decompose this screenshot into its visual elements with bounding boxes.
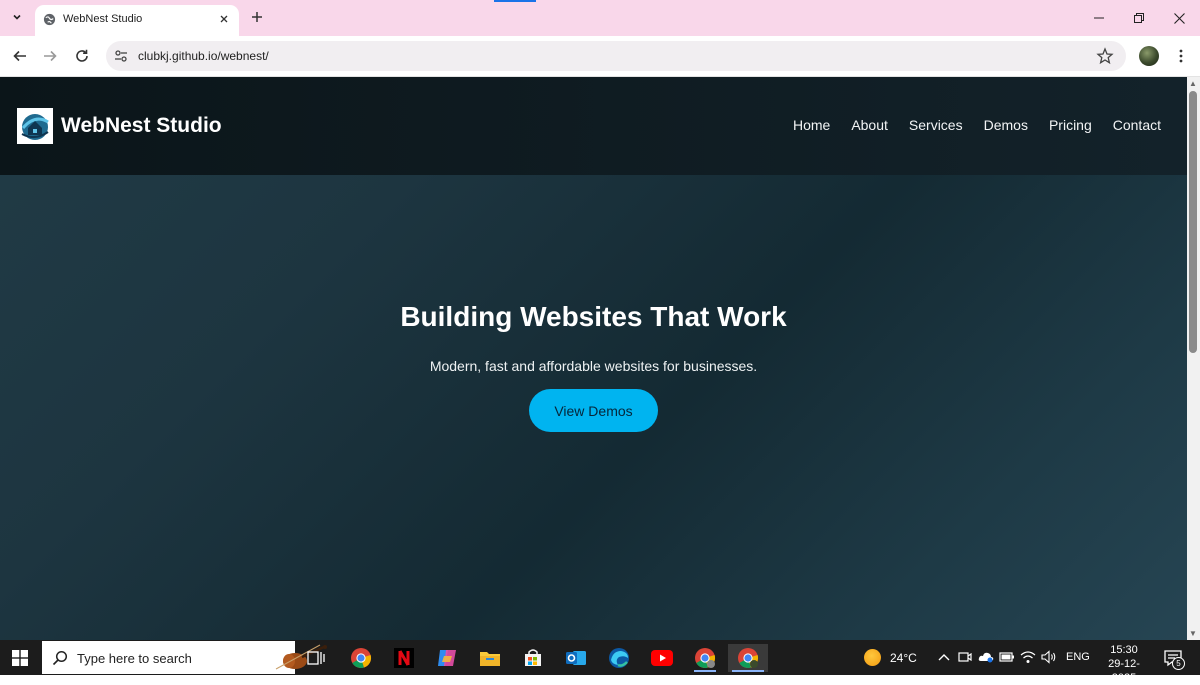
- forward-button[interactable]: [38, 44, 62, 68]
- speaker-icon: [1041, 650, 1056, 664]
- tab-search-button[interactable]: [6, 6, 28, 28]
- clock-time: 15:30: [1110, 644, 1138, 656]
- active-indicator: [732, 670, 764, 672]
- hero-subtitle: Modern, fast and affordable websites for…: [429, 358, 758, 374]
- notification-count-badge: 5: [1172, 657, 1185, 670]
- clock-date: 29-12-2025: [1108, 658, 1140, 684]
- network-button[interactable]: [1020, 649, 1036, 665]
- chevron-down-icon: [13, 14, 21, 20]
- reload-icon: [76, 49, 88, 62]
- taskbar-copilot[interactable]: [432, 644, 462, 672]
- meet-now-button[interactable]: [957, 649, 973, 665]
- windows-taskbar: Type here to search 24°C ENG 15:30 29-12…: [0, 640, 1200, 684]
- outlook-icon: [566, 651, 586, 665]
- taskbar-youtube[interactable]: [647, 644, 677, 672]
- taskbar-search-box[interactable]: Type here to search: [42, 641, 327, 674]
- restore-button[interactable]: [1124, 8, 1154, 28]
- main-nav: Home About Services Demos Pricing Contac…: [793, 117, 1161, 133]
- volume-button[interactable]: [1041, 649, 1057, 665]
- taskbar-edge[interactable]: [604, 644, 634, 672]
- search-placeholder: Type here to search: [77, 651, 192, 666]
- url-text: clubkj.github.io/webnest/: [138, 49, 269, 63]
- taskbar-chrome[interactable]: [346, 644, 376, 672]
- tab-title: WebNest Studio: [63, 13, 143, 25]
- file-explorer-icon: [480, 652, 500, 666]
- search-icon: [52, 650, 68, 666]
- camera-icon: [958, 652, 972, 662]
- close-window-button[interactable]: [1164, 8, 1194, 28]
- taskbar-chrome-active[interactable]: [728, 644, 768, 672]
- browser-tab[interactable]: WebNest Studio: [35, 5, 239, 36]
- address-bar[interactable]: clubkj.github.io/webnest/: [106, 41, 1126, 71]
- site-logo[interactable]: [17, 108, 53, 144]
- microsoft-store-icon: [525, 649, 541, 666]
- task-view-button[interactable]: [301, 644, 331, 672]
- minimize-button[interactable]: [1084, 8, 1114, 28]
- input-language[interactable]: ENG: [1066, 651, 1090, 663]
- taskbar-clock[interactable]: 15:30 29-12-2025: [1097, 643, 1151, 685]
- page-scrollbar[interactable]: ▲ ▼: [1187, 77, 1200, 640]
- show-hidden-icons-button[interactable]: [936, 649, 952, 665]
- hero-section: Building Websites That Work Modern, fast…: [0, 175, 1187, 640]
- arrow-left-icon: [13, 50, 26, 62]
- chevron-up-icon: [938, 654, 950, 661]
- nav-about[interactable]: About: [851, 117, 888, 133]
- running-indicator: [694, 670, 716, 672]
- edge-icon: [609, 648, 629, 668]
- taskbar-outlook[interactable]: [561, 644, 591, 672]
- close-icon: [220, 15, 228, 23]
- battery-button[interactable]: [999, 649, 1015, 665]
- weather-temperature[interactable]: 24°C: [890, 651, 917, 665]
- taskbar-netflix[interactable]: [389, 644, 419, 672]
- globe-icon: [43, 13, 56, 26]
- copilot-icon: [438, 650, 456, 666]
- battery-icon: [999, 652, 1014, 662]
- nav-pricing[interactable]: Pricing: [1049, 117, 1092, 133]
- view-demos-button[interactable]: View Demos: [529, 389, 658, 432]
- back-button[interactable]: [8, 44, 32, 68]
- new-tab-button[interactable]: [247, 7, 267, 27]
- chrome-icon: [351, 648, 372, 668]
- arrow-right-icon: [44, 50, 57, 62]
- nav-demos[interactable]: Demos: [984, 117, 1028, 133]
- nav-services[interactable]: Services: [909, 117, 963, 133]
- weather-sun-icon[interactable]: [864, 649, 881, 666]
- hero-title: Building Websites That Work: [400, 301, 787, 332]
- close-icon: [1173, 12, 1185, 24]
- more-vertical-icon: [1179, 49, 1183, 63]
- netflix-icon: [394, 648, 414, 668]
- nav-contact[interactable]: Contact: [1113, 117, 1161, 133]
- profile-avatar[interactable]: [1139, 46, 1159, 66]
- reload-button[interactable]: [70, 44, 94, 68]
- taskbar-store[interactable]: [518, 644, 548, 672]
- nav-home[interactable]: Home: [793, 117, 830, 133]
- page-viewport: WebNest Studio Home About Services Demos…: [0, 77, 1187, 640]
- browser-menu-button[interactable]: [1172, 45, 1190, 67]
- tab-indicator: [494, 0, 536, 2]
- minimize-icon: [1094, 17, 1104, 19]
- plus-icon: [252, 12, 262, 22]
- bookmark-star-icon[interactable]: [1096, 47, 1114, 65]
- windows-start-icon[interactable]: [12, 650, 28, 666]
- restore-icon: [1134, 13, 1144, 23]
- taskbar-file-explorer[interactable]: [475, 644, 505, 672]
- close-tab-button[interactable]: [215, 10, 233, 28]
- scrollbar-thumb[interactable]: [1189, 91, 1197, 353]
- house-logo-icon: [21, 114, 49, 140]
- cloud-sync-icon: [978, 652, 994, 663]
- task-view-icon: [307, 651, 325, 665]
- site-settings-icon: [115, 50, 127, 62]
- wifi-icon: [1020, 651, 1036, 663]
- browser-tab-bar: WebNest Studio: [0, 0, 1200, 36]
- scroll-up-arrow-icon[interactable]: ▲: [1189, 79, 1197, 88]
- site-header: WebNest Studio Home About Services Demos…: [0, 77, 1187, 175]
- browser-toolbar: clubkj.github.io/webnest/: [0, 36, 1200, 77]
- onedrive-button[interactable]: [978, 649, 994, 665]
- chrome-active-icon: [738, 648, 759, 668]
- youtube-icon: [651, 650, 673, 666]
- taskbar-chrome-profile[interactable]: [690, 644, 720, 672]
- chrome-profile-icon: [695, 648, 716, 668]
- scroll-down-arrow-icon[interactable]: ▼: [1189, 629, 1197, 638]
- brand-name[interactable]: WebNest Studio: [61, 114, 222, 138]
